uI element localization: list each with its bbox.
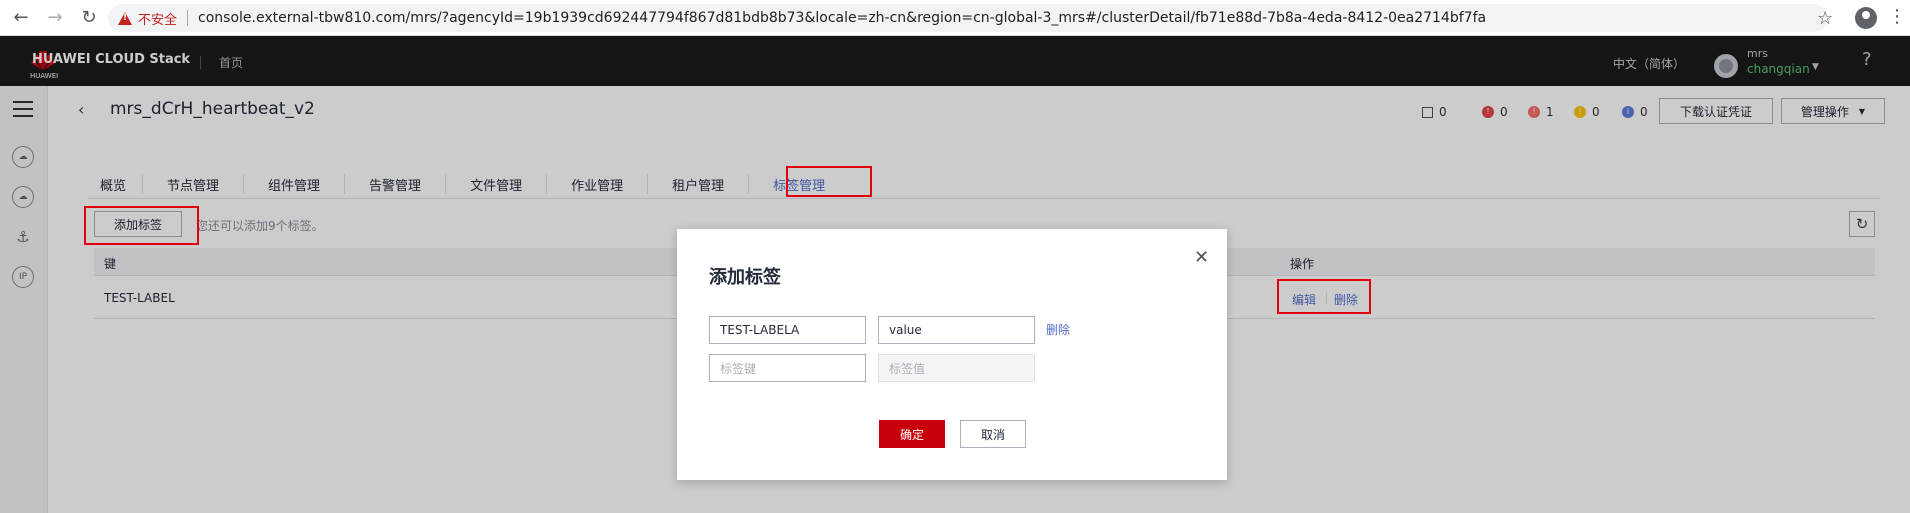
browser-account-icon[interactable] (1855, 7, 1877, 29)
add-tag-dialog: 添加标签 ✕ TEST-LABELA value 删除 标签键 标签值 确定 取… (677, 229, 1227, 480)
tag-value-empty-input: 标签值 (878, 354, 1035, 382)
dialog-title: 添加标签 (709, 267, 781, 288)
modal-overlay-header (0, 36, 1910, 86)
forward-arrow-icon[interactable]: → (42, 5, 68, 31)
reload-icon[interactable]: ↻ (76, 5, 102, 31)
url-text[interactable]: console.external-tbw810.com/mrs/?agencyI… (198, 10, 1486, 26)
delete-tag-row-link[interactable]: 删除 (1046, 321, 1070, 338)
tag-value-input[interactable]: value (878, 316, 1035, 344)
address-bar[interactable]: 不安全 console.external-tbw810.com/mrs/?age… (108, 4, 1828, 32)
cancel-button[interactable]: 取消 (960, 420, 1026, 448)
browser-menu-icon[interactable]: ⋮ (1888, 7, 1906, 27)
close-icon[interactable]: ✕ (1194, 247, 1209, 268)
address-separator (187, 10, 189, 26)
security-warning[interactable]: 不安全 (118, 9, 177, 28)
tag-key-empty-input[interactable]: 标签键 (709, 354, 866, 382)
confirm-button[interactable]: 确定 (879, 420, 945, 448)
tag-key-input[interactable]: TEST-LABELA (709, 316, 866, 344)
warning-icon (118, 11, 132, 25)
back-arrow-icon[interactable]: ← (8, 5, 34, 31)
bookmark-star-icon[interactable]: ☆ (1817, 8, 1833, 29)
